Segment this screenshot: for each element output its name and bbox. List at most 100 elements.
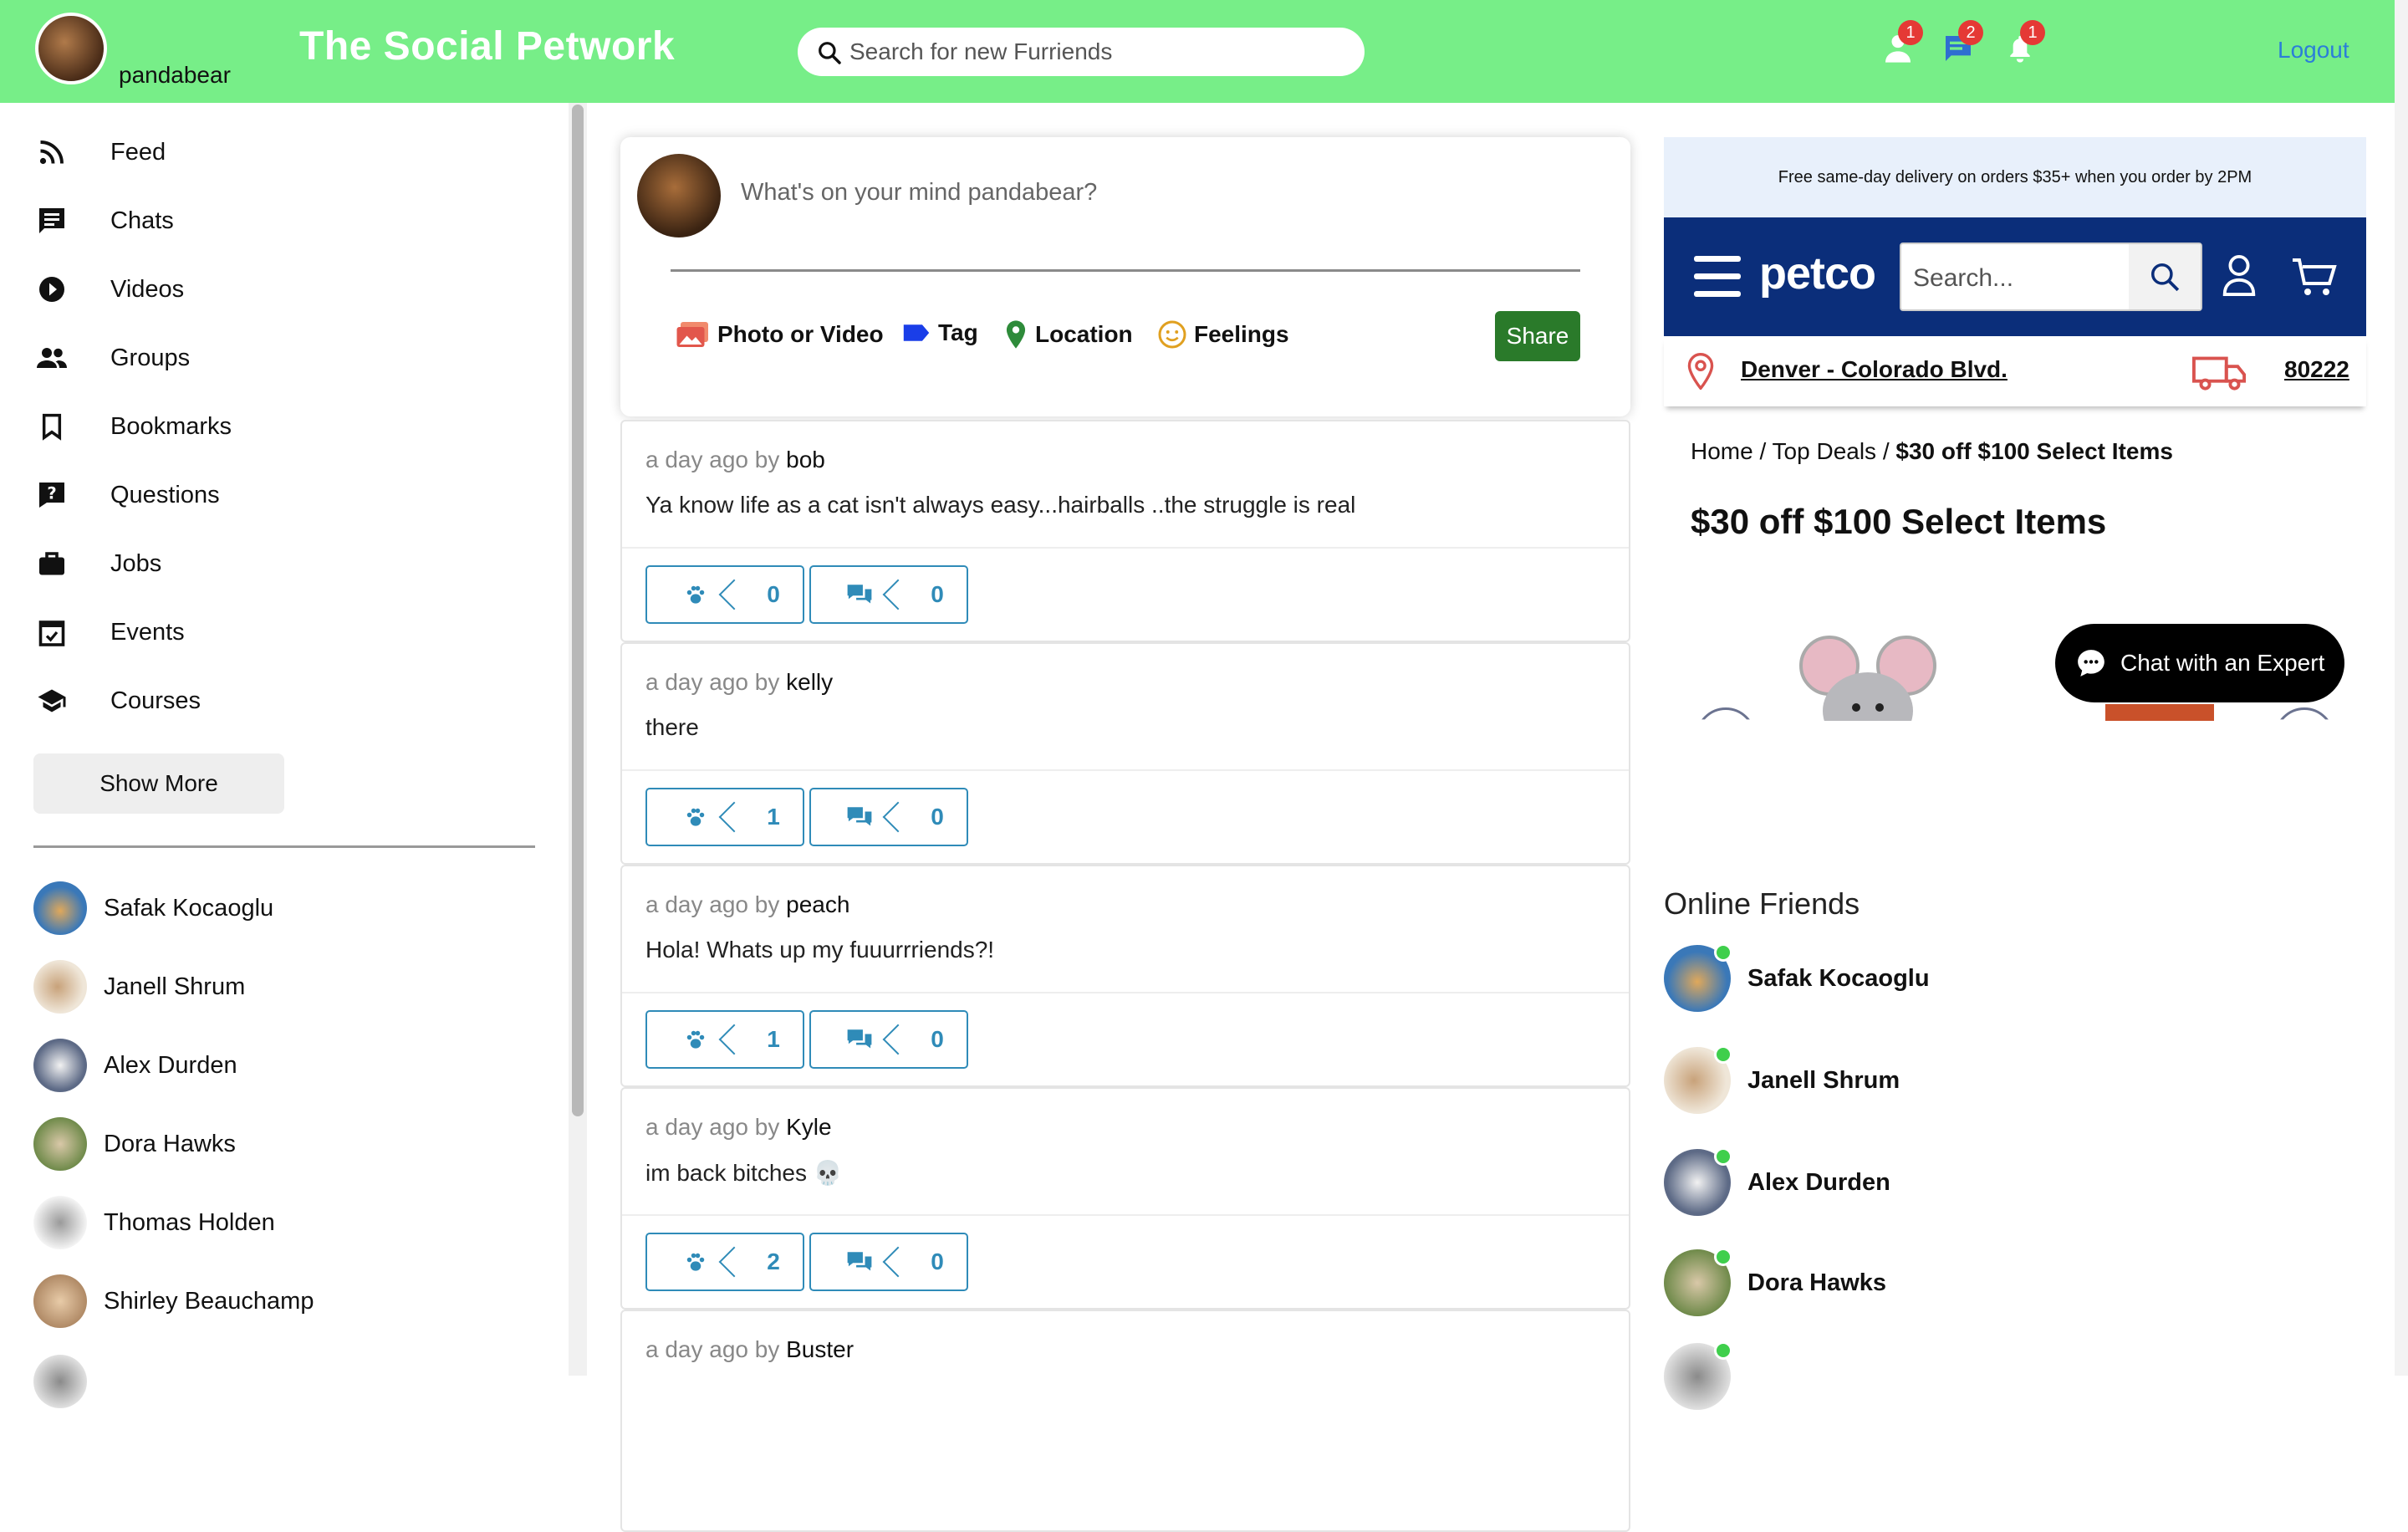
option-label: Location [1035,321,1133,347]
sidebar-friend[interactable]: Janell Shrum [33,959,245,1014]
search-input[interactable] [849,34,1343,69]
comment-button[interactable]: 0 [809,788,968,846]
avatar [1664,1147,1732,1216]
sidebar-friend[interactable]: Shirley Beauchamp [33,1274,314,1329]
location-pin-icon [1006,320,1026,349]
feelings-option[interactable]: Feelings [1157,319,1289,350]
photo-video-option[interactable]: Photo or Video [676,319,884,350]
sidebar-item-label: Chats [110,207,174,234]
location-option[interactable]: Location [1003,319,1133,350]
paw-icon [686,1030,705,1049]
briefcase-icon [33,545,70,582]
ad-search-field[interactable]: Search... [1900,243,2202,311]
like-button[interactable]: 1 [645,788,804,846]
svg-text:?: ? [47,484,56,503]
comments-icon [847,807,872,826]
carousel-next-icon[interactable] [2274,707,2334,720]
photo-icon [676,322,708,347]
comment-button[interactable]: 0 [809,1233,968,1291]
breadcrumb-home[interactable]: Home [1691,438,1753,464]
show-more-button[interactable]: Show More [33,753,284,814]
carousel-prev-icon[interactable] [1696,707,1756,720]
account-icon[interactable] [2221,254,2258,300]
ad-delivery-banner[interactable]: Free same-day delivery on orders $35+ wh… [1664,137,2366,217]
calendar-icon [33,614,70,651]
option-label: Feelings [1194,321,1289,347]
top-bar: pandabear The Social Petwork 1 2 1 Logou… [0,0,2408,103]
sidebar-friend[interactable]: Alex Durden [33,1038,237,1093]
composer-input[interactable]: What's on your mind pandabear? [741,179,1097,207]
brand-title[interactable]: The Social Petwork [299,23,675,69]
friend-name: Dora Hawks [104,1130,236,1157]
post-author[interactable]: peach [786,891,849,917]
chat-with-expert-button[interactable]: Chat with an Expert [2055,624,2344,702]
post-text: there [645,714,699,740]
online-friend[interactable]: Alex Durden [1664,1147,1890,1218]
chat-bubble-icon [2078,650,2104,677]
messages-button[interactable]: 2 [1941,20,1983,65]
sidebar-item-bookmarks[interactable]: Bookmarks [33,406,232,447]
sidebar-item-events[interactable]: Events [33,611,185,653]
online-friend[interactable] [1664,1341,1732,1412]
notifications-button[interactable]: 1 [2003,20,2045,65]
page-scrollbar[interactable] [2395,0,2408,1376]
sidebar-item-jobs[interactable]: Jobs [33,543,161,585]
petco-logo[interactable]: petco [1759,248,1876,299]
ad-title: $30 off $100 Select Items [1691,502,2107,541]
user-avatar[interactable] [35,13,107,84]
ad-store-location: Denver - Colorado Blvd. 80222 [1664,336,2366,406]
online-status-dot [1714,1341,1732,1360]
online-friend[interactable]: Janell Shrum [1664,1045,1900,1116]
mouse-toy-image[interactable] [1798,627,1940,721]
zip-link[interactable]: 80222 [2284,356,2349,383]
comment-button[interactable]: 0 [809,565,968,624]
sidebar-item-groups[interactable]: Groups [33,337,190,379]
paw-icon [686,585,705,604]
sidebar-friend[interactable]: Safak Kocaoglu [33,881,273,936]
online-friend[interactable]: Dora Hawks [1664,1248,1886,1318]
like-button[interactable]: 1 [645,1010,804,1069]
post-card: a day ago by Kyle im back bitches 💀 2 0 [620,1087,1630,1310]
post-author[interactable]: Buster [786,1336,854,1362]
sidebar-item-courses[interactable]: Courses [33,680,201,722]
sidebar-item-chats[interactable]: Chats [33,200,174,242]
sidebar-friend[interactable]: Thomas Holden [33,1195,275,1250]
comment-count: 0 [931,804,944,830]
sidebar-item-questions[interactable]: ? Questions [33,474,220,516]
option-label: Tag [938,319,978,345]
like-button[interactable]: 0 [645,565,804,624]
post-time: a day ago by [645,1336,780,1362]
breadcrumb-top-deals[interactable]: Top Deals [1773,438,1877,464]
play-circle-icon [33,271,70,308]
avatar [33,1039,87,1092]
friend-request-button[interactable]: 1 [1881,20,1923,65]
comment-button[interactable]: 0 [809,1010,968,1069]
ad-search-button[interactable] [2129,244,2201,309]
sidebar-item-feed[interactable]: Feed [33,131,166,173]
post-author[interactable]: bob [786,447,825,472]
post-author[interactable]: Kyle [786,1114,831,1140]
comment-count: 0 [931,581,944,607]
like-button[interactable]: 2 [645,1233,804,1291]
store-link[interactable]: Denver - Colorado Blvd. [1741,356,2008,383]
post-author[interactable]: kelly [786,669,833,695]
sidebar-item-videos[interactable]: Videos [33,268,184,310]
share-button[interactable]: Share [1495,311,1580,361]
post-meta: a day ago by Kyle [645,1114,832,1141]
online-friend[interactable]: Safak Kocaoglu [1664,943,1930,1014]
avatar [33,1196,87,1249]
cart-icon[interactable] [2291,256,2338,302]
logout-link[interactable]: Logout [2278,37,2349,64]
delivery-truck-icon [2192,356,2247,391]
friend-name: Safak Kocaoglu [1747,964,1930,992]
smiley-icon [1158,320,1186,349]
sidebar-scroll-thumb[interactable] [572,105,584,1116]
breadcrumb-current: $30 off $100 Select Items [1895,438,2173,464]
sidebar-friend[interactable] [33,1354,87,1409]
composer-divider [671,269,1580,272]
breadcrumb-separator: / [1759,438,1767,464]
product-image[interactable] [2105,704,2214,721]
sidebar-friend[interactable]: Dora Hawks [33,1116,236,1172]
hamburger-menu-icon[interactable] [1694,256,1741,298]
tag-option[interactable]: Tag [901,319,978,346]
